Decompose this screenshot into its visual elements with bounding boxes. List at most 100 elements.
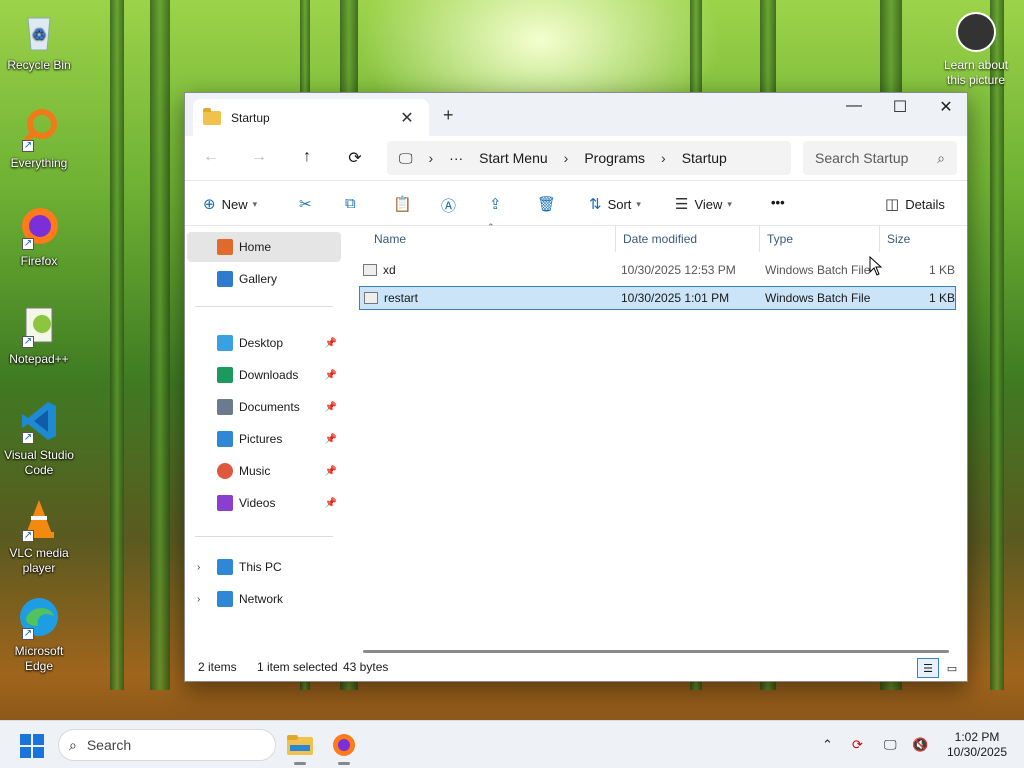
this-pc-icon <box>217 559 233 575</box>
pin-icon[interactable]: 📌 <box>325 434 337 445</box>
desktop-icon-edge[interactable]: ↗ Microsoft Edge <box>4 594 74 674</box>
taskbar: ⌕ Search ⌃ ⟳ 🖵 🔇 1:02 PM 10/30/2025 <box>0 720 1024 768</box>
details-label: Details <box>905 196 945 212</box>
running-indicator <box>294 762 306 765</box>
pin-icon[interactable]: 📌 <box>325 338 337 349</box>
column-separator[interactable] <box>615 226 616 252</box>
rename-icon[interactable]: Ⓐ <box>441 195 456 216</box>
taskbar-search[interactable]: ⌕ Search <box>58 729 276 761</box>
refresh-button[interactable]: ⟳ <box>343 148 367 168</box>
breadcrumb-startup[interactable]: Startup <box>682 150 727 166</box>
pin-icon[interactable]: 📌 <box>325 498 337 509</box>
sidebar-item-pictures[interactable]: Pictures 📌 <box>187 424 341 454</box>
overflow-dots-icon[interactable]: ··· <box>449 150 463 166</box>
delete-icon[interactable]: 🗑 <box>537 195 556 213</box>
taskbar-firefox[interactable] <box>328 729 360 765</box>
tab-startup[interactable]: Startup ✕ <box>193 99 429 136</box>
sidebar-item-videos[interactable]: Videos 📌 <box>187 488 341 518</box>
chevron-down-icon: ▾ <box>252 198 258 209</box>
display-icon[interactable]: 🖵 <box>884 737 897 753</box>
sidebar-item-network[interactable]: › Network <box>187 584 341 614</box>
column-header-size[interactable]: Size <box>887 232 910 246</box>
column-separator[interactable] <box>759 226 760 252</box>
details-view-button[interactable]: ☰ <box>917 658 939 678</box>
sidebar-item-music[interactable]: Music 📌 <box>187 456 341 486</box>
clock[interactable]: 1:02 PM 10/30/2025 <box>936 730 1018 760</box>
sort-ascending-icon: ⌃ <box>487 222 495 232</box>
file-date: 10/30/2025 12:53 PM <box>621 263 736 277</box>
tab-title: Startup <box>231 110 270 125</box>
sort-button[interactable]: ⇅ Sort ▾ <box>589 195 641 213</box>
wallpaper-bamboo <box>150 0 170 690</box>
folder-icon <box>203 107 221 125</box>
taskbar-file-explorer[interactable] <box>284 729 316 765</box>
pin-icon[interactable]: 📌 <box>325 402 337 413</box>
address-bar[interactable]: 🖵 › ··· Start Menu › Programs › Startup <box>387 141 791 175</box>
chevron-right-icon[interactable]: › <box>197 562 200 573</box>
up-button[interactable]: ↑ <box>295 148 319 166</box>
sidebar-item-documents[interactable]: Documents 📌 <box>187 392 341 422</box>
column-separator[interactable] <box>879 226 880 252</box>
paste-icon[interactable]: 📋 <box>393 195 412 213</box>
breadcrumb-start-menu[interactable]: Start Menu <box>479 150 547 166</box>
minimize-button[interactable]: — <box>831 97 877 115</box>
view-label: View <box>694 196 723 212</box>
details-button[interactable]: ◫ Details <box>885 195 945 213</box>
sidebar-item-label: Music <box>239 464 271 478</box>
more-options-button[interactable]: ••• <box>771 195 785 210</box>
batch-file-icon <box>364 292 378 304</box>
desktop-folder-icon <box>217 335 233 351</box>
speaker-icon[interactable]: 🔇 <box>912 737 928 753</box>
share-icon[interactable]: ⇪ <box>489 195 502 213</box>
search-input[interactable]: Search Startup ⌕ <box>803 141 957 175</box>
sidebar-item-this-pc[interactable]: › This PC <box>187 552 341 582</box>
desktop-icon-firefox[interactable]: ↗ Firefox <box>4 204 74 269</box>
sidebar-divider <box>195 306 333 307</box>
sidebar-item-home[interactable]: Home <box>187 232 341 262</box>
view-lines-icon: ☰ <box>675 196 689 213</box>
new-tab-button[interactable]: + <box>443 105 454 126</box>
chevron-right-icon: › <box>428 150 434 166</box>
status-item-count: 2 items <box>198 660 237 674</box>
desktop-icon-label: Notepad++ <box>9 352 69 366</box>
new-button[interactable]: ⊕ New ▾ <box>203 195 257 213</box>
file-name: restart <box>384 291 419 305</box>
start-button[interactable] <box>20 734 44 758</box>
tab-close-button[interactable]: ✕ <box>395 108 419 128</box>
chevron-right-icon: › <box>563 150 569 166</box>
column-header-name[interactable]: Name <box>374 232 406 246</box>
cut-icon[interactable]: ✂ <box>299 195 312 213</box>
chevron-up-icon[interactable]: ⌃ <box>822 737 833 753</box>
desktop-icon-everything[interactable]: ↗ Everything <box>4 106 74 171</box>
desktop-icon-label: Visual Studio Code <box>4 448 74 477</box>
sidebar-item-gallery[interactable]: Gallery <box>187 264 341 294</box>
pin-icon[interactable]: 📌 <box>325 370 337 381</box>
learn-about-picture[interactable]: Learn about this picture <box>938 12 1014 88</box>
desktop-icon-label: Firefox <box>20 254 58 268</box>
back-button[interactable]: ← <box>199 148 223 166</box>
svg-text:♻: ♻ <box>32 27 46 44</box>
maximize-button[interactable]: ☐ <box>877 97 923 117</box>
close-button[interactable]: ✕ <box>923 97 969 117</box>
command-bar: ⊕ New ▾ ✂ ⧉ 📋 Ⓐ ⇪ 🗑 ⇅ Sort ▾ ☰ View ▾ ••… <box>185 180 967 226</box>
column-header-type[interactable]: Type <box>767 232 793 246</box>
copy-icon[interactable]: ⧉ <box>345 195 356 212</box>
view-button[interactable]: ☰ View ▾ <box>675 195 732 213</box>
column-header-date[interactable]: Date modified <box>623 232 697 246</box>
home-icon <box>217 239 233 255</box>
desktop-icon-vscode[interactable]: ↗ Visual Studio Code <box>4 398 74 478</box>
update-icon[interactable]: ⟳ <box>852 737 863 753</box>
table-row[interactable]: restart 10/30/2025 1:01 PM Windows Batch… <box>359 286 956 310</box>
sidebar-item-desktop[interactable]: Desktop 📌 <box>187 328 341 358</box>
pin-icon[interactable]: 📌 <box>325 466 337 477</box>
table-row[interactable]: xd 10/30/2025 12:53 PM Windows Batch Fil… <box>359 258 956 282</box>
desktop-icon-notepadpp[interactable]: ↗ Notepad++ <box>4 302 74 367</box>
desktop-icon-recycle-bin[interactable]: ♻ Recycle Bin <box>4 8 74 73</box>
sidebar-item-downloads[interactable]: Downloads 📌 <box>187 360 341 390</box>
tiles-view-button[interactable]: ▭ <box>941 658 963 678</box>
running-indicator <box>338 762 350 765</box>
breadcrumb-programs[interactable]: Programs <box>584 150 645 166</box>
desktop-icon-vlc[interactable]: ↗ VLC media player <box>4 496 74 576</box>
chevron-right-icon[interactable]: › <box>197 594 200 605</box>
forward-button[interactable]: → <box>247 148 271 166</box>
